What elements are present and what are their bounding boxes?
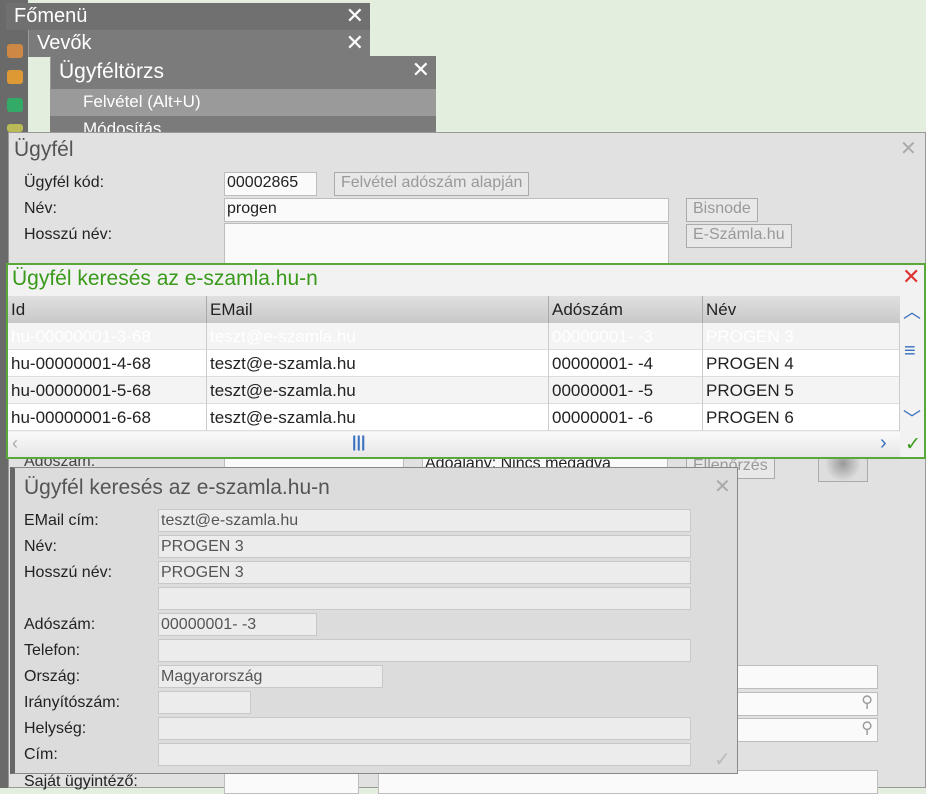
cell-name: PROGEN 5 bbox=[703, 377, 900, 404]
customer-panel-title: Ügyfél bbox=[14, 138, 74, 161]
close-icon[interactable]: ✕ bbox=[714, 474, 731, 499]
confirm-check-icon[interactable]: ✓ bbox=[714, 747, 731, 772]
table-row[interactable]: hu-00000001-6-68 teszt@e-szamla.hu 0000000… bbox=[8, 404, 900, 431]
col-id[interactable]: Id bbox=[8, 296, 207, 323]
registry-menu-bar[interactable]: Ügyféltörzs ✕ bbox=[50, 56, 436, 89]
photo-icon[interactable] bbox=[818, 458, 868, 482]
cell-email: teszt@e-szamla.hu bbox=[207, 323, 549, 350]
scroll-left-icon[interactable]: ‹ bbox=[12, 433, 18, 454]
long-name-label: Hosszú név: bbox=[24, 564, 113, 581]
col-tax[interactable]: Adószám bbox=[549, 296, 703, 323]
cell-id: hu-00000001-6-68 bbox=[8, 404, 207, 431]
menu-item-modify[interactable]: Módosítás bbox=[50, 116, 436, 132]
cell-tax: 00000001- -4 bbox=[549, 350, 703, 377]
close-icon[interactable]: ✕ bbox=[346, 3, 364, 29]
table-row[interactable]: hu-00000001-3-68 teszt@e-szamla.hu 0000000… bbox=[8, 323, 900, 350]
name-label: Név: bbox=[24, 200, 57, 217]
menu-icon[interactable]: ≡ bbox=[904, 340, 916, 363]
city-field[interactable] bbox=[158, 717, 691, 740]
zip-label: Irányítószám: bbox=[24, 694, 121, 711]
close-icon[interactable]: ✕ bbox=[900, 136, 917, 161]
main-menu-bar[interactable]: Főmenü ✕ bbox=[6, 3, 370, 30]
country-label: Ország: bbox=[24, 668, 81, 685]
long-name-label: Hosszú név: bbox=[24, 226, 113, 243]
cell-name: PROGEN 3 bbox=[703, 323, 900, 350]
name-label: Név: bbox=[24, 538, 57, 555]
email-label: EMail cím: bbox=[24, 512, 99, 529]
app-icon[interactable] bbox=[7, 44, 23, 58]
cell-tax: 00000001- -6 bbox=[549, 404, 703, 431]
close-icon[interactable]: ✕ bbox=[412, 56, 430, 84]
cell-id: hu-00000001-3-68 bbox=[8, 323, 207, 350]
search-dialog-title: Ügyfél keresés az e-szamla.hu-n bbox=[12, 267, 318, 290]
table-row[interactable]: hu-00000001-5-68 teszt@e-szamla.hu 0000000… bbox=[8, 377, 900, 404]
long-name-field-2[interactable] bbox=[158, 587, 691, 610]
address-field[interactable] bbox=[158, 743, 691, 766]
col-name[interactable]: Név bbox=[703, 296, 900, 323]
long-name-input[interactable] bbox=[224, 223, 669, 265]
agent-label: Saját ügyintéző: bbox=[24, 773, 138, 790]
menu-item-add[interactable]: Felvétel (Alt+U) bbox=[50, 89, 436, 116]
tax-label: Adószám: bbox=[24, 616, 96, 633]
code-input[interactable]: 00002865 bbox=[224, 172, 317, 196]
search-icon[interactable]: ⚲ bbox=[861, 719, 873, 739]
cell-id: hu-00000001-5-68 bbox=[8, 377, 207, 404]
scroll-right-icon[interactable]: › bbox=[880, 432, 887, 455]
registry-menu-title: Ügyféltörzs bbox=[59, 60, 165, 83]
col-email[interactable]: EMail bbox=[207, 296, 549, 323]
right-search-field[interactable]: ⚲ bbox=[735, 718, 878, 742]
scroll-up-icon[interactable]: ︿ bbox=[903, 298, 921, 324]
search-icon[interactable]: ⚲ bbox=[861, 693, 873, 713]
cell-tax: 00000001- -5 bbox=[549, 377, 703, 404]
country-field[interactable]: Magyarország bbox=[158, 665, 383, 688]
cell-name: PROGEN 4 bbox=[703, 350, 900, 377]
scroll-thumb[interactable]: ||| bbox=[352, 434, 365, 452]
app-icon[interactable] bbox=[7, 124, 23, 132]
app-icon[interactable] bbox=[7, 70, 23, 84]
long-name-field[interactable]: PROGEN 3 bbox=[158, 561, 691, 584]
table-header: Id EMail Adószám Név bbox=[8, 296, 900, 323]
panel-edge bbox=[0, 132, 8, 788]
close-icon[interactable]: ✕ bbox=[346, 30, 364, 56]
code-label: Ügyfél kód: bbox=[24, 174, 105, 191]
city-label: Helység: bbox=[24, 720, 87, 737]
right-field[interactable] bbox=[735, 665, 878, 689]
cell-id: hu-00000001-4-68 bbox=[8, 350, 207, 377]
table-row[interactable]: hu-00000001-4-68 teszt@e-szamla.hu 0000000… bbox=[8, 350, 900, 377]
main-menu-title: Főmenü bbox=[14, 5, 88, 27]
zip-field[interactable] bbox=[158, 691, 251, 714]
bisnode-button[interactable]: Bisnode bbox=[686, 198, 758, 222]
cell-email: teszt@e-szamla.hu bbox=[207, 377, 549, 404]
eszamla-button[interactable]: E-Számla.hu bbox=[686, 224, 792, 248]
menu-item-label: Felvétel (Alt+U) bbox=[83, 92, 201, 111]
customers-menu-title: Vevők bbox=[37, 32, 92, 54]
address-label: Cím: bbox=[24, 746, 58, 763]
name-input[interactable]: progen bbox=[224, 198, 669, 222]
cell-email: teszt@e-szamla.hu bbox=[207, 350, 549, 377]
cell-email: teszt@e-szamla.hu bbox=[207, 404, 549, 431]
tax-field[interactable]: 00000001- -3 bbox=[158, 613, 317, 636]
confirm-check-icon[interactable]: ✓ bbox=[905, 433, 921, 456]
scroll-down-icon[interactable]: ﹀ bbox=[903, 405, 921, 431]
horizontal-scrollbar[interactable]: ‹ ||| › bbox=[8, 432, 900, 457]
app-icon[interactable] bbox=[7, 98, 23, 112]
email-field[interactable]: teszt@e-szamla.hu bbox=[158, 509, 691, 532]
detail-dialog-title: Ügyfél keresés az e-szamla.hu-n bbox=[24, 476, 330, 499]
add-by-tax-button[interactable]: Felvétel adószám alapján bbox=[334, 172, 530, 196]
menu-item-label: Módosítás bbox=[83, 119, 162, 132]
close-icon[interactable]: ✕ bbox=[902, 264, 920, 290]
cell-tax: 00000001- -3 bbox=[549, 323, 703, 350]
phone-label: Telefon: bbox=[24, 642, 81, 659]
cell-name: PROGEN 6 bbox=[703, 404, 900, 431]
right-search-field[interactable]: ⚲ bbox=[735, 692, 878, 716]
customers-menu-bar[interactable]: Vevők ✕ bbox=[28, 30, 370, 57]
phone-field[interactable] bbox=[158, 639, 691, 662]
name-field[interactable]: PROGEN 3 bbox=[158, 535, 691, 558]
